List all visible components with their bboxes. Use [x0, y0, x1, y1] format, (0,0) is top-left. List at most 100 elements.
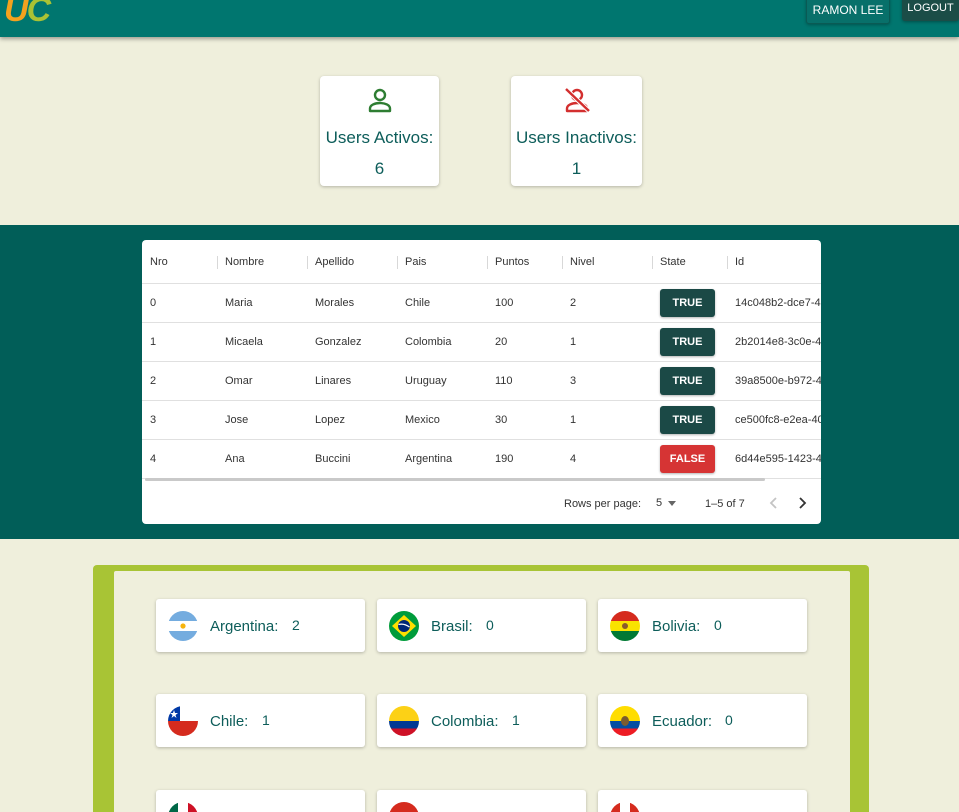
column-header-nombre[interactable]: Nombre — [225, 256, 264, 268]
country-name: Chile: — [210, 713, 249, 730]
flag-icon — [389, 802, 419, 812]
country-card-chile[interactable]: Chile: 1 — [156, 694, 365, 747]
rows-per-page-label: Rows per page: — [564, 498, 642, 510]
cell-puntos: 190 — [495, 453, 514, 465]
column-header-puntos[interactable]: Puntos — [495, 256, 529, 268]
country-card-argentina[interactable]: Argentina: 2 — [156, 599, 365, 652]
inactive-users-label: Users Inactivos: — [516, 128, 637, 147]
mexico-flag-icon — [168, 802, 198, 812]
column-separator[interactable] — [307, 256, 308, 269]
cell-puntos: 110 — [495, 375, 513, 387]
state-toggle-button[interactable]: TRUE — [660, 367, 715, 395]
chile-flag-icon — [168, 706, 198, 736]
chevron-down-icon[interactable] — [668, 501, 676, 506]
argentina-flag-icon — [168, 611, 198, 641]
colombia-flag-icon — [389, 706, 419, 736]
table-header: Nro Nombre Apellido Pais Puntos Nivel St… — [142, 240, 821, 284]
column-separator[interactable] — [652, 256, 653, 269]
active-users-count: 6 — [374, 159, 385, 178]
cell-nombre: Omar — [225, 375, 253, 387]
flag-icon — [610, 802, 640, 812]
state-toggle-button[interactable]: TRUE — [660, 289, 715, 317]
cell-apellido: Gonzalez — [315, 336, 362, 348]
users-data-grid: Nro Nombre Apellido Pais Puntos Nivel St… — [142, 240, 821, 524]
country-card-partial[interactable] — [377, 790, 586, 812]
cell-nro: 4 — [150, 453, 157, 465]
rows-per-page-select[interactable]: 5 — [656, 497, 662, 509]
country-name: Brasil: — [431, 618, 473, 635]
table-row[interactable]: 3 Jose Lopez Mexico 30 1 TRUE ce500fc8-e… — [142, 401, 821, 440]
column-header-nivel[interactable]: Nivel — [570, 256, 594, 268]
cell-nivel: 1 — [570, 336, 577, 348]
table-row[interactable]: 2 Omar Linares Uruguay 110 3 TRUE 39a850… — [142, 362, 821, 401]
cell-pais: Colombia — [405, 336, 452, 348]
country-card-colombia[interactable]: Colombia: 1 — [377, 694, 586, 747]
bolivia-flag-icon — [610, 611, 640, 641]
column-header-nro[interactable]: Nro — [150, 256, 168, 268]
active-users-card: Users Activos: 6 — [320, 76, 439, 186]
person-off-icon — [563, 87, 591, 113]
table-row[interactable]: 4 Ana Buccini Argentina 190 4 FALSE 6d44… — [142, 440, 821, 479]
person-icon — [368, 88, 391, 113]
app-logo[interactable]: UC — [4, 0, 51, 30]
active-users-label: Users Activos: — [325, 128, 434, 147]
ecuador-flag-icon — [610, 706, 640, 736]
country-name: Argentina: — [210, 618, 279, 635]
user-name-button[interactable]: RAMON LEE — [806, 0, 890, 24]
cell-nombre: Micaela — [225, 336, 263, 348]
cell-id: 6d44e595-1423-4 — [735, 453, 821, 465]
country-name: Bolivia: — [652, 618, 701, 635]
country-name: Ecuador: — [652, 713, 713, 730]
cell-nro: 1 — [150, 336, 157, 348]
country-card-ecuador[interactable]: Ecuador: 0 — [598, 694, 807, 747]
column-separator[interactable] — [217, 256, 218, 269]
cell-puntos: 20 — [495, 336, 508, 348]
cell-apellido: Buccini — [315, 453, 351, 465]
column-header-pais[interactable]: Pais — [405, 256, 426, 268]
column-separator[interactable] — [397, 256, 398, 269]
column-separator[interactable] — [562, 256, 563, 269]
pagination-range: 1–5 of 7 — [705, 498, 745, 510]
column-separator[interactable] — [487, 256, 488, 269]
country-count: 1 — [512, 712, 520, 728]
cell-apellido: Linares — [315, 375, 352, 387]
table-row[interactable]: 0 Maria Morales Chile 100 2 TRUE 14c048b… — [142, 284, 821, 323]
country-count: 0 — [725, 712, 733, 728]
cell-pais: Chile — [405, 297, 431, 309]
state-toggle-button[interactable]: FALSE — [660, 445, 715, 473]
inactive-users-count: 1 — [571, 159, 582, 178]
table-pagination: Rows per page: 5 1–5 of 7 — [142, 484, 821, 524]
table-row[interactable]: 1 Micaela Gonzalez Colombia 20 1 TRUE 2b… — [142, 323, 821, 362]
cell-nivel: 1 — [570, 414, 577, 426]
cell-id: 2b2014e8-3c0e-4 — [735, 336, 821, 348]
country-count: 1 — [262, 712, 270, 728]
cell-pais: Argentina — [405, 453, 453, 465]
cell-apellido: Morales — [315, 297, 355, 309]
cell-nombre: Maria — [225, 297, 253, 309]
cell-nivel: 2 — [570, 297, 577, 309]
cell-id: 14c048b2-dce7-4 — [735, 297, 821, 309]
country-card-brasil[interactable]: Brasil: 0 — [377, 599, 586, 652]
country-count: 2 — [292, 617, 300, 633]
state-toggle-button[interactable]: TRUE — [660, 328, 715, 356]
previous-page-icon[interactable] — [767, 495, 781, 511]
country-card-partial[interactable] — [156, 790, 365, 812]
brazil-flag-icon — [389, 611, 419, 641]
cell-pais: Mexico — [405, 414, 440, 426]
country-name: Colombia: — [431, 713, 499, 730]
country-card-bolivia[interactable]: Bolivia: 0 — [598, 599, 807, 652]
logout-button[interactable]: LOGOUT — [902, 0, 959, 21]
cell-nombre: Ana — [225, 453, 245, 465]
column-header-state[interactable]: State — [660, 256, 686, 268]
column-separator[interactable] — [727, 256, 728, 269]
column-header-apellido[interactable]: Apellido — [315, 256, 354, 268]
country-card-partial[interactable] — [598, 790, 807, 812]
cell-pais: Uruguay — [405, 375, 447, 387]
cell-apellido: Lopez — [315, 414, 345, 426]
next-page-icon[interactable] — [795, 495, 809, 511]
column-header-id[interactable]: Id — [735, 256, 744, 268]
cell-nivel: 4 — [570, 453, 577, 465]
state-toggle-button[interactable]: TRUE — [660, 406, 715, 434]
cell-id: ce500fc8-e2ea-40 — [735, 414, 821, 426]
horizontal-scrollbar[interactable] — [145, 478, 765, 481]
